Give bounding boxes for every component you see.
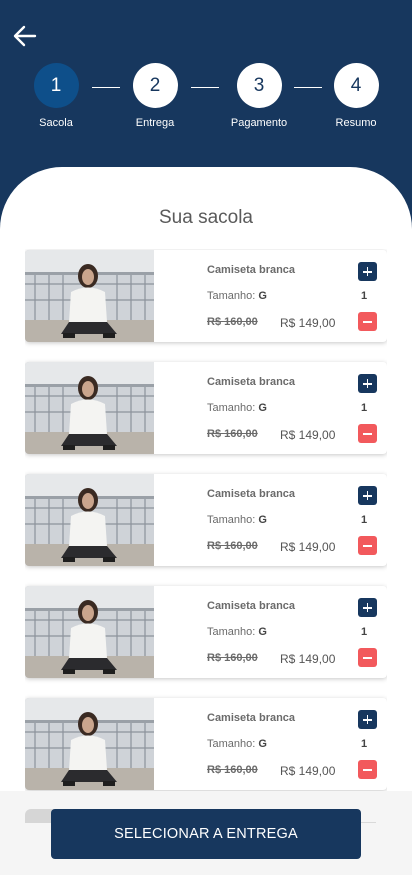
quantity-value: 1 [361, 402, 368, 414]
decrease-quantity-button[interactable] [358, 424, 377, 443]
size-label: Tamanho: [207, 514, 256, 526]
increase-quantity-button[interactable] [358, 374, 377, 393]
quantity-value: 1 [361, 626, 368, 638]
step-pagamento: 3 Pagamento [231, 63, 287, 129]
size-label: Tamanho: [207, 290, 256, 302]
cart-item: Camiseta branca Tamanho: G R$ 160,00 R$ … [25, 250, 387, 342]
old-price: R$ 160,00 [207, 652, 258, 664]
cart-item: Camiseta branca Tamanho: G R$ 160,00 R$ … [25, 362, 387, 454]
old-price: R$ 160,00 [207, 540, 258, 552]
price: R$ 149,00 [280, 540, 336, 554]
decrease-quantity-button[interactable] [358, 312, 377, 331]
product-size: Tamanho: G [207, 626, 267, 638]
quantity-value: 1 [361, 514, 368, 526]
quantity-value: 1 [361, 290, 368, 302]
increase-quantity-button[interactable] [358, 262, 377, 281]
cart-item: Camiseta branca Tamanho: G R$ 160,00 R$ … [25, 586, 387, 678]
decrease-quantity-button[interactable] [358, 760, 377, 779]
old-price: R$ 160,00 [207, 428, 258, 440]
size-label: Tamanho: [207, 738, 256, 750]
cart-item: Camiseta branca Tamanho: G R$ 160,00 R$ … [25, 698, 387, 790]
step-number: 1 [33, 63, 79, 108]
step-entrega: 2 Entrega [132, 63, 178, 129]
size-value: G [258, 402, 267, 414]
price: R$ 149,00 [280, 764, 336, 778]
increase-quantity-button[interactable] [358, 598, 377, 617]
step-number: 4 [333, 63, 379, 108]
step-connector [191, 87, 219, 88]
step-resumo: 4 Resumo [333, 63, 379, 129]
price: R$ 149,00 [280, 652, 336, 666]
increase-quantity-button[interactable] [358, 710, 377, 729]
product-image [25, 250, 154, 342]
price: R$ 149,00 [280, 316, 336, 330]
step-label: Sacola [39, 117, 73, 129]
decrease-quantity-button[interactable] [358, 536, 377, 555]
increase-quantity-button[interactable] [358, 486, 377, 505]
size-value: G [258, 514, 267, 526]
size-value: G [258, 626, 267, 638]
cart-list[interactable]: Camiseta branca Tamanho: G R$ 160,00 R$ … [25, 249, 387, 794]
step-number: 3 [236, 63, 282, 108]
old-price: R$ 160,00 [207, 316, 258, 328]
page-title: Sua sacola [158, 207, 253, 228]
step-connector [294, 87, 322, 88]
step-number: 2 [132, 63, 178, 108]
product-size: Tamanho: G [207, 738, 267, 750]
product-size: Tamanho: G [207, 514, 267, 526]
product-image [25, 698, 154, 790]
arrow-left-icon [13, 25, 37, 47]
decrease-quantity-button[interactable] [358, 648, 377, 667]
product-name: Camiseta branca [207, 488, 296, 500]
cart-item: Camiseta branca Tamanho: G R$ 160,00 R$ … [25, 474, 387, 566]
step-label: Resumo [335, 117, 377, 129]
product-name: Camiseta branca [207, 376, 296, 388]
product-size: Tamanho: G [207, 402, 267, 414]
step-label: Entrega [135, 117, 175, 129]
quantity-value: 1 [361, 738, 368, 750]
product-image [25, 586, 154, 678]
product-image [25, 362, 154, 454]
product-name: Camiseta branca [207, 600, 296, 612]
size-value: G [258, 738, 267, 750]
step-connector [92, 87, 120, 88]
step-label: Pagamento [230, 117, 288, 129]
product-name: Camiseta branca [207, 264, 296, 276]
product-name: Camiseta branca [207, 712, 296, 724]
product-image [25, 474, 154, 566]
price: R$ 149,00 [280, 428, 336, 442]
step-sacola: 1 Sacola [33, 63, 79, 129]
size-label: Tamanho: [207, 402, 256, 414]
size-value: G [258, 290, 267, 302]
product-size: Tamanho: G [207, 290, 267, 302]
size-label: Tamanho: [207, 626, 256, 638]
select-delivery-button[interactable]: SELECIONAR A ENTREGA [51, 809, 361, 859]
old-price: R$ 160,00 [207, 764, 258, 776]
back-button[interactable] [12, 24, 38, 48]
